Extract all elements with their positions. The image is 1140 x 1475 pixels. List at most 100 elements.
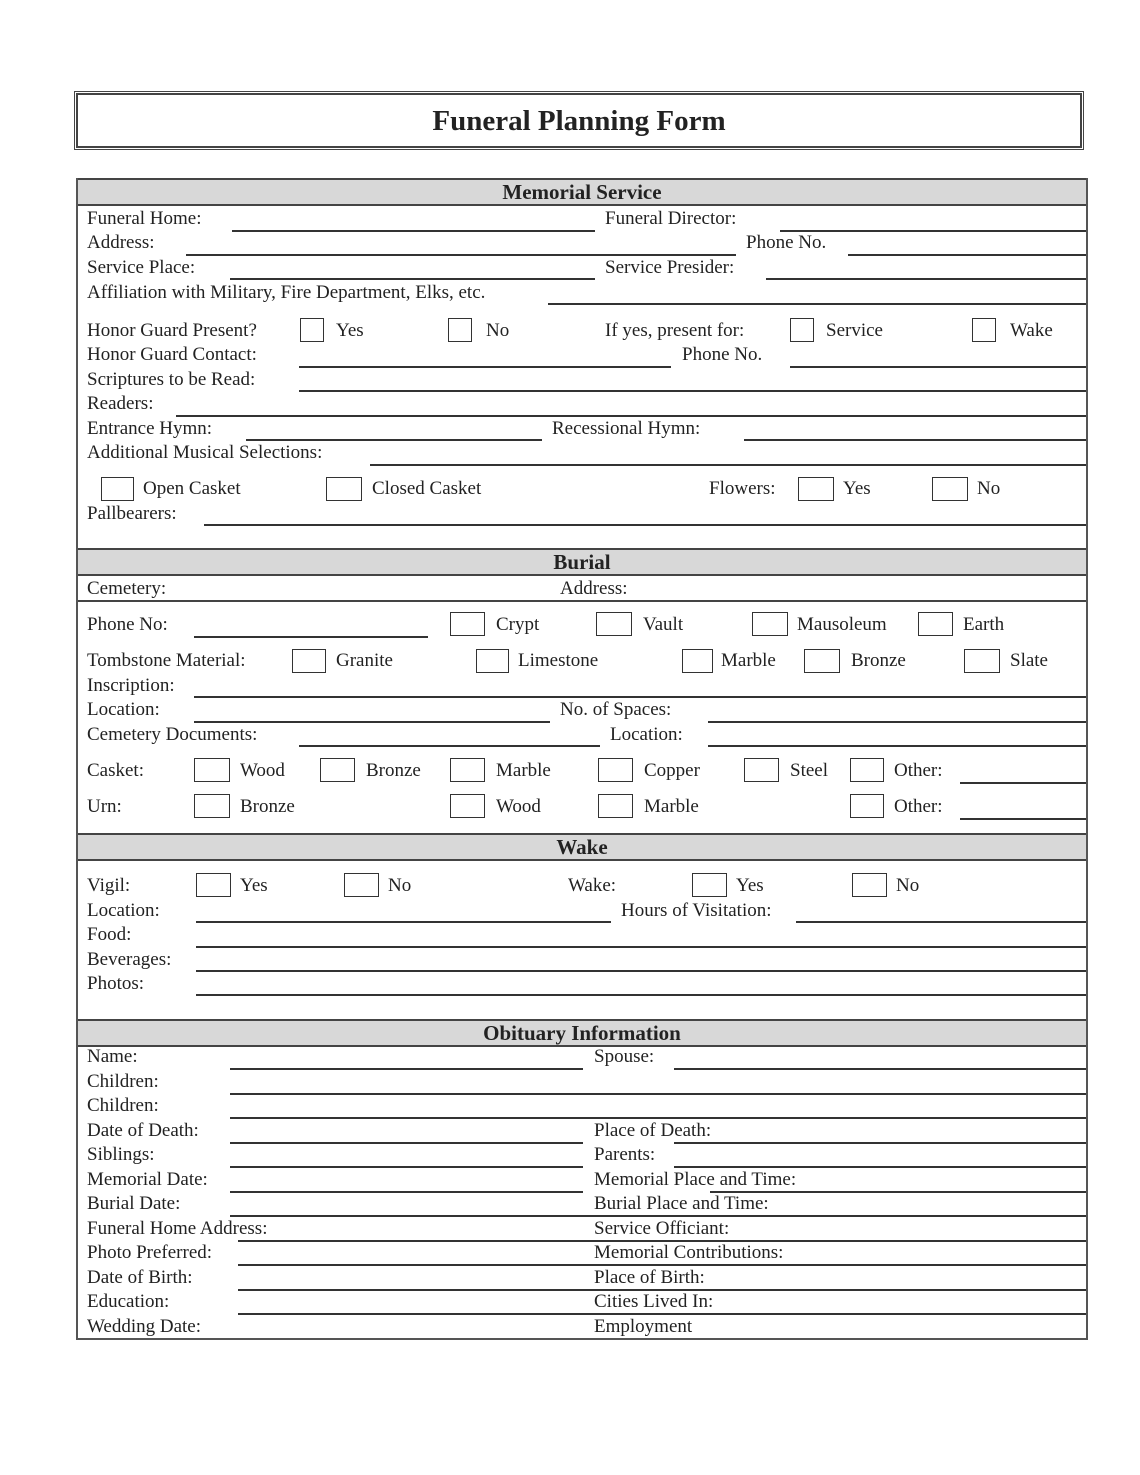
field-honor-guard-phone[interactable] — [790, 366, 1086, 368]
checkbox-wake-yes[interactable] — [692, 873, 727, 897]
checkbox-casket-steel[interactable] — [744, 758, 779, 782]
section-header-memorial-service: Memorial Service — [78, 178, 1086, 206]
checkbox-casket-wood[interactable] — [194, 758, 230, 782]
field-honor-guard-contact[interactable] — [299, 366, 671, 368]
field-urn-other[interactable] — [960, 818, 1086, 820]
checkbox-present-wake[interactable] — [972, 318, 996, 342]
field-obituary-left[interactable] — [230, 1190, 583, 1193]
checkbox-flowers-yes[interactable] — [798, 477, 834, 501]
label-vigil: Vigil: — [87, 875, 131, 896]
field-entrance-hymn[interactable] — [246, 439, 542, 441]
label-cemetery: Cemetery: — [87, 578, 167, 599]
checkbox-honor-guard-yes[interactable] — [300, 318, 324, 342]
checkbox-casket-copper[interactable] — [598, 758, 633, 782]
checkbox-granite[interactable] — [292, 649, 326, 673]
label-entrance-hymn: Entrance Hymn: — [87, 418, 213, 439]
checkbox-vigil-yes[interactable] — [196, 873, 231, 897]
checkbox-marble[interactable] — [682, 649, 713, 673]
field-obituary-children[interactable] — [230, 1092, 1086, 1095]
label-casket: Casket: — [87, 760, 144, 781]
label-scriptures: Scriptures to be Read: — [87, 369, 256, 390]
checkbox-casket-bronze[interactable] — [320, 758, 355, 782]
label-tombstone-material: Tombstone Material: — [87, 650, 246, 671]
checkbox-mausoleum[interactable] — [752, 612, 788, 636]
checkbox-closed-casket[interactable] — [326, 477, 362, 501]
checkbox-crypt[interactable] — [450, 612, 485, 636]
checkbox-casket-other[interactable] — [850, 758, 884, 782]
checkbox-urn-other[interactable] — [850, 794, 884, 818]
field-casket-other[interactable] — [960, 782, 1086, 784]
label-granite: Granite — [336, 650, 393, 671]
label-cemetery-documents: Cemetery Documents: — [87, 724, 258, 745]
label-closed-casket: Closed Casket — [372, 478, 482, 499]
field-obituary-right[interactable] — [498, 1264, 1086, 1266]
checkbox-present-service[interactable] — [790, 318, 814, 342]
label-documents-location: Location: — [610, 724, 683, 745]
field-additional-music[interactable] — [370, 464, 1086, 466]
field-pallbearers[interactable] — [204, 524, 1086, 526]
checkbox-urn-marble[interactable] — [598, 794, 633, 818]
field-beverages[interactable] — [196, 970, 1086, 972]
field-burial-location[interactable] — [194, 721, 550, 723]
field-scriptures[interactable] — [299, 390, 1086, 392]
field-service-place[interactable] — [230, 278, 595, 280]
label-address: Address: — [87, 232, 155, 253]
field-obituary-right[interactable] — [674, 1141, 1086, 1144]
field-obituary-left[interactable] — [230, 1215, 583, 1217]
label-obituary-left: Funeral Home Address: — [87, 1217, 268, 1239]
field-documents-location[interactable] — [708, 745, 1086, 747]
label-vault: Vault — [643, 614, 684, 635]
field-readers[interactable] — [176, 415, 1086, 417]
checkbox-open-casket[interactable] — [101, 477, 134, 501]
checkbox-vigil-no[interactable] — [344, 873, 379, 897]
label-flowers-yes: Yes — [843, 478, 871, 499]
label-vigil-yes: Yes — [240, 875, 268, 896]
field-recessional-hymn[interactable] — [744, 439, 1086, 441]
field-wake-location[interactable] — [196, 921, 611, 923]
field-inscription[interactable] — [194, 696, 1086, 698]
label-inscription: Inscription: — [87, 675, 175, 696]
field-phone-no[interactable] — [848, 254, 1086, 256]
label-present-service: Service — [826, 320, 883, 341]
checkbox-wake-no[interactable] — [852, 873, 887, 897]
label-flowers-no: No — [977, 478, 1001, 499]
checkbox-bronze[interactable] — [804, 649, 840, 673]
checkbox-flowers-no[interactable] — [932, 477, 968, 501]
label-pallbearers: Pallbearers: — [87, 503, 177, 524]
field-funeral-home[interactable] — [232, 230, 595, 232]
field-obituary-left[interactable] — [230, 1068, 583, 1070]
field-obituary-left[interactable] — [238, 1239, 583, 1242]
field-food[interactable] — [196, 946, 1086, 948]
checkbox-urn-wood[interactable] — [450, 794, 485, 818]
field-cemetery-documents[interactable] — [299, 745, 600, 747]
checkbox-earth[interactable] — [918, 612, 953, 636]
checkbox-honor-guard-no[interactable] — [448, 318, 472, 342]
label-obituary-left: Date of Birth: — [87, 1266, 193, 1288]
label-wake: Wake: — [568, 875, 617, 896]
label-obituary-right: Cities Lived In: — [594, 1291, 714, 1312]
label-affiliation: Affiliation with Military, Fire Departme… — [87, 282, 486, 303]
label-obituary-right: Service Officiant: — [594, 1217, 730, 1239]
label-additional-music: Additional Musical Selections: — [87, 442, 323, 463]
field-obituary-left[interactable] — [230, 1166, 583, 1168]
field-obituary-left[interactable] — [230, 1141, 583, 1144]
checkbox-slate[interactable] — [964, 649, 1000, 673]
field-obituary-right[interactable] — [498, 1313, 1086, 1315]
field-no-of-spaces[interactable] — [708, 721, 1086, 723]
checkbox-vault[interactable] — [596, 612, 632, 636]
label-service-presider: Service Presider: — [605, 257, 735, 278]
checkbox-casket-marble[interactable] — [450, 758, 485, 782]
field-service-presider[interactable] — [766, 278, 1086, 280]
field-obituary-right[interactable] — [498, 1288, 1086, 1291]
field-hours-of-visitation[interactable] — [796, 921, 1086, 923]
field-obituary-right[interactable] — [674, 1068, 1086, 1070]
field-photos[interactable] — [196, 994, 1086, 996]
field-address[interactable] — [186, 254, 736, 256]
label-obituary-left: Wedding Date: — [87, 1315, 202, 1337]
checkbox-limestone[interactable] — [476, 649, 509, 673]
field-cemetery-phone[interactable] — [194, 636, 428, 638]
label-readers: Readers: — [87, 393, 154, 414]
checkbox-urn-bronze[interactable] — [194, 794, 230, 818]
label-funeral-director: Funeral Director: — [605, 208, 737, 229]
field-affiliation[interactable] — [548, 303, 1086, 305]
